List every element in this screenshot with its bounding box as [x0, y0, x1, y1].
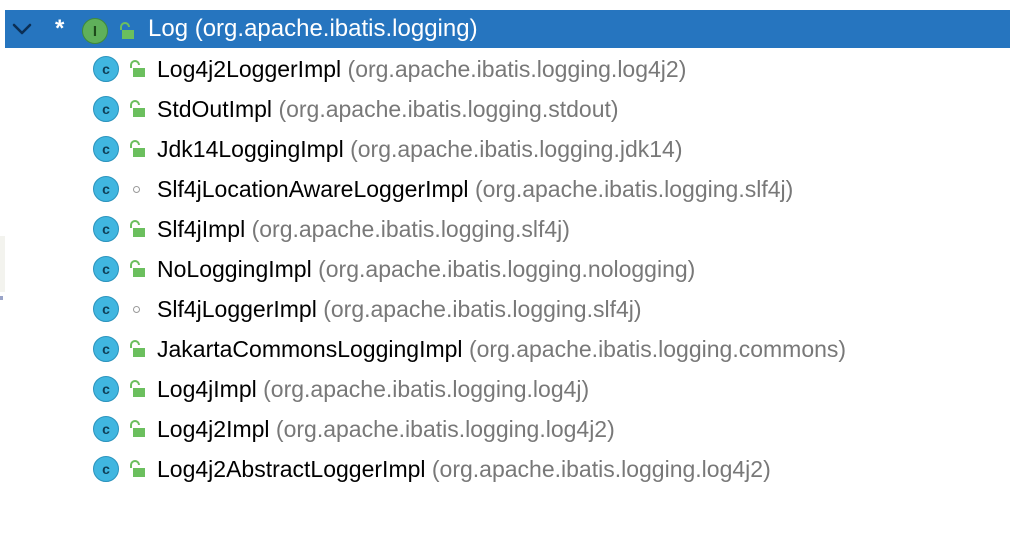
tree-row-label: Log4jImpl (org.apache.ibatis.logging.log… [157, 374, 589, 404]
tree-row-label: Log4j2LoggerImpl (org.apache.ibatis.logg… [157, 54, 686, 84]
class-icon: c [93, 96, 119, 122]
class-name: Log4jImpl [157, 376, 257, 402]
class-icon: c [93, 256, 119, 282]
class-name: Log4j2AbstractLoggerImpl [157, 456, 426, 482]
type-hierarchy-tree: * I Log (org.apache.ibatis.logging) c Log… [0, 0, 1010, 546]
class-icon: c [93, 336, 119, 362]
public-lock-icon [120, 22, 134, 39]
class-package: (org.apache.ibatis.logging.log4j2) [347, 56, 687, 82]
class-icon: c [93, 216, 119, 242]
class-package: (org.apache.ibatis.logging.slf4j) [474, 176, 794, 202]
tree-row-label: Slf4jLocationAwareLoggerImpl (org.apache… [157, 174, 793, 204]
package-private-icon [133, 186, 140, 193]
class-package: (org.apache.ibatis.logging.log4j2) [431, 456, 771, 482]
tree-row-label: Slf4jImpl (org.apache.ibatis.logging.slf… [157, 214, 570, 244]
public-lock-icon [130, 460, 145, 477]
public-lock-icon [130, 420, 145, 437]
class-icon: c [93, 56, 119, 82]
class-name: Log4j2Impl [157, 416, 270, 442]
tree-row[interactable]: c StdOutImpl (org.apache.ibatis.logging.s… [0, 89, 1010, 129]
class-icon: c [93, 456, 119, 482]
public-lock-icon [130, 220, 145, 237]
tree-row[interactable]: c JakartaCommonsLoggingImpl (org.apache.i… [0, 329, 1010, 369]
class-name: Slf4jLocationAwareLoggerImpl [157, 176, 469, 202]
class-package: (org.apache.ibatis.logging.slf4j) [323, 296, 642, 322]
tree-row-label: StdOutImpl (org.apache.ibatis.logging.st… [157, 94, 619, 124]
public-lock-icon [130, 60, 145, 77]
class-package: (org.apache.ibatis.logging.commons) [468, 336, 847, 362]
root-name: Log [148, 15, 189, 42]
class-name: StdOutImpl [157, 96, 273, 122]
class-package: (org.apache.ibatis.logging.nologging) [318, 256, 696, 282]
class-name: Slf4jLoggerImpl [157, 296, 317, 322]
class-name: JakartaCommonsLoggingImpl [157, 336, 463, 362]
class-package: (org.apache.ibatis.logging.log4j) [263, 376, 590, 402]
tree-row-label: Log4j2Impl (org.apache.ibatis.logging.lo… [157, 414, 615, 444]
public-lock-icon [130, 140, 145, 157]
tree-row[interactable]: c Slf4jLoggerImpl (org.apache.ibatis.logg… [0, 289, 1010, 329]
tree-row-label: JakartaCommonsLoggingImpl (org.apache.ib… [157, 334, 846, 364]
class-package: (org.apache.ibatis.logging.jdk14) [350, 136, 683, 162]
class-icon: c [93, 136, 119, 162]
tree-row[interactable]: c NoLoggingImpl (org.apache.ibatis.loggin… [0, 249, 1010, 289]
tree-row-label: NoLoggingImpl (org.apache.ibatis.logging… [157, 254, 695, 284]
class-name: NoLoggingImpl [157, 256, 312, 282]
class-package: (org.apache.ibatis.logging.stdout) [278, 96, 619, 122]
focus-marker: * [55, 15, 65, 42]
public-lock-icon [130, 380, 145, 397]
public-lock-icon [130, 340, 145, 357]
tree-row[interactable]: c Log4j2LoggerImpl (org.apache.ibatis.log… [0, 49, 1010, 89]
root-package: (org.apache.ibatis.logging) [194, 15, 478, 42]
tree-row[interactable]: c Log4j2Impl (org.apache.ibatis.logging.l… [0, 409, 1010, 449]
tree-row[interactable]: c Jdk14LoggingImpl (org.apache.ibatis.log… [0, 129, 1010, 169]
class-icon: c [93, 376, 119, 402]
tree-root-row[interactable]: * I Log (org.apache.ibatis.logging) [5, 10, 1010, 48]
tree-row-label: Jdk14LoggingImpl (org.apache.ibatis.logg… [157, 134, 683, 164]
public-lock-icon [130, 100, 145, 117]
class-name: Slf4jImpl [157, 216, 246, 242]
root-label: Log (org.apache.ibatis.logging) [148, 14, 478, 44]
public-lock-icon [130, 260, 145, 277]
class-name: Jdk14LoggingImpl [157, 136, 344, 162]
class-icon: c [93, 416, 119, 442]
tree-row[interactable]: c Log4j2AbstractLoggerImpl (org.apache.ib… [0, 449, 1010, 489]
chevron-down-icon[interactable] [11, 18, 33, 40]
class-package: (org.apache.ibatis.logging.slf4j) [251, 216, 570, 242]
class-icon: c [93, 296, 119, 322]
class-icon: c [93, 176, 119, 202]
tree-row-label: Log4j2AbstractLoggerImpl (org.apache.iba… [157, 454, 771, 484]
tree-row[interactable]: c Slf4jLocationAwareLoggerImpl (org.apach… [0, 169, 1010, 209]
tree-row[interactable]: c Log4jImpl (org.apache.ibatis.logging.lo… [0, 369, 1010, 409]
tree-row-label: Slf4jLoggerImpl (org.apache.ibatis.loggi… [157, 294, 642, 324]
package-private-icon [133, 306, 140, 313]
class-package: (org.apache.ibatis.logging.log4j2) [275, 416, 615, 442]
interface-icon: I [82, 18, 108, 44]
tree-row[interactable]: c Slf4jImpl (org.apache.ibatis.logging.sl… [0, 209, 1010, 249]
class-name: Log4j2LoggerImpl [157, 56, 342, 82]
